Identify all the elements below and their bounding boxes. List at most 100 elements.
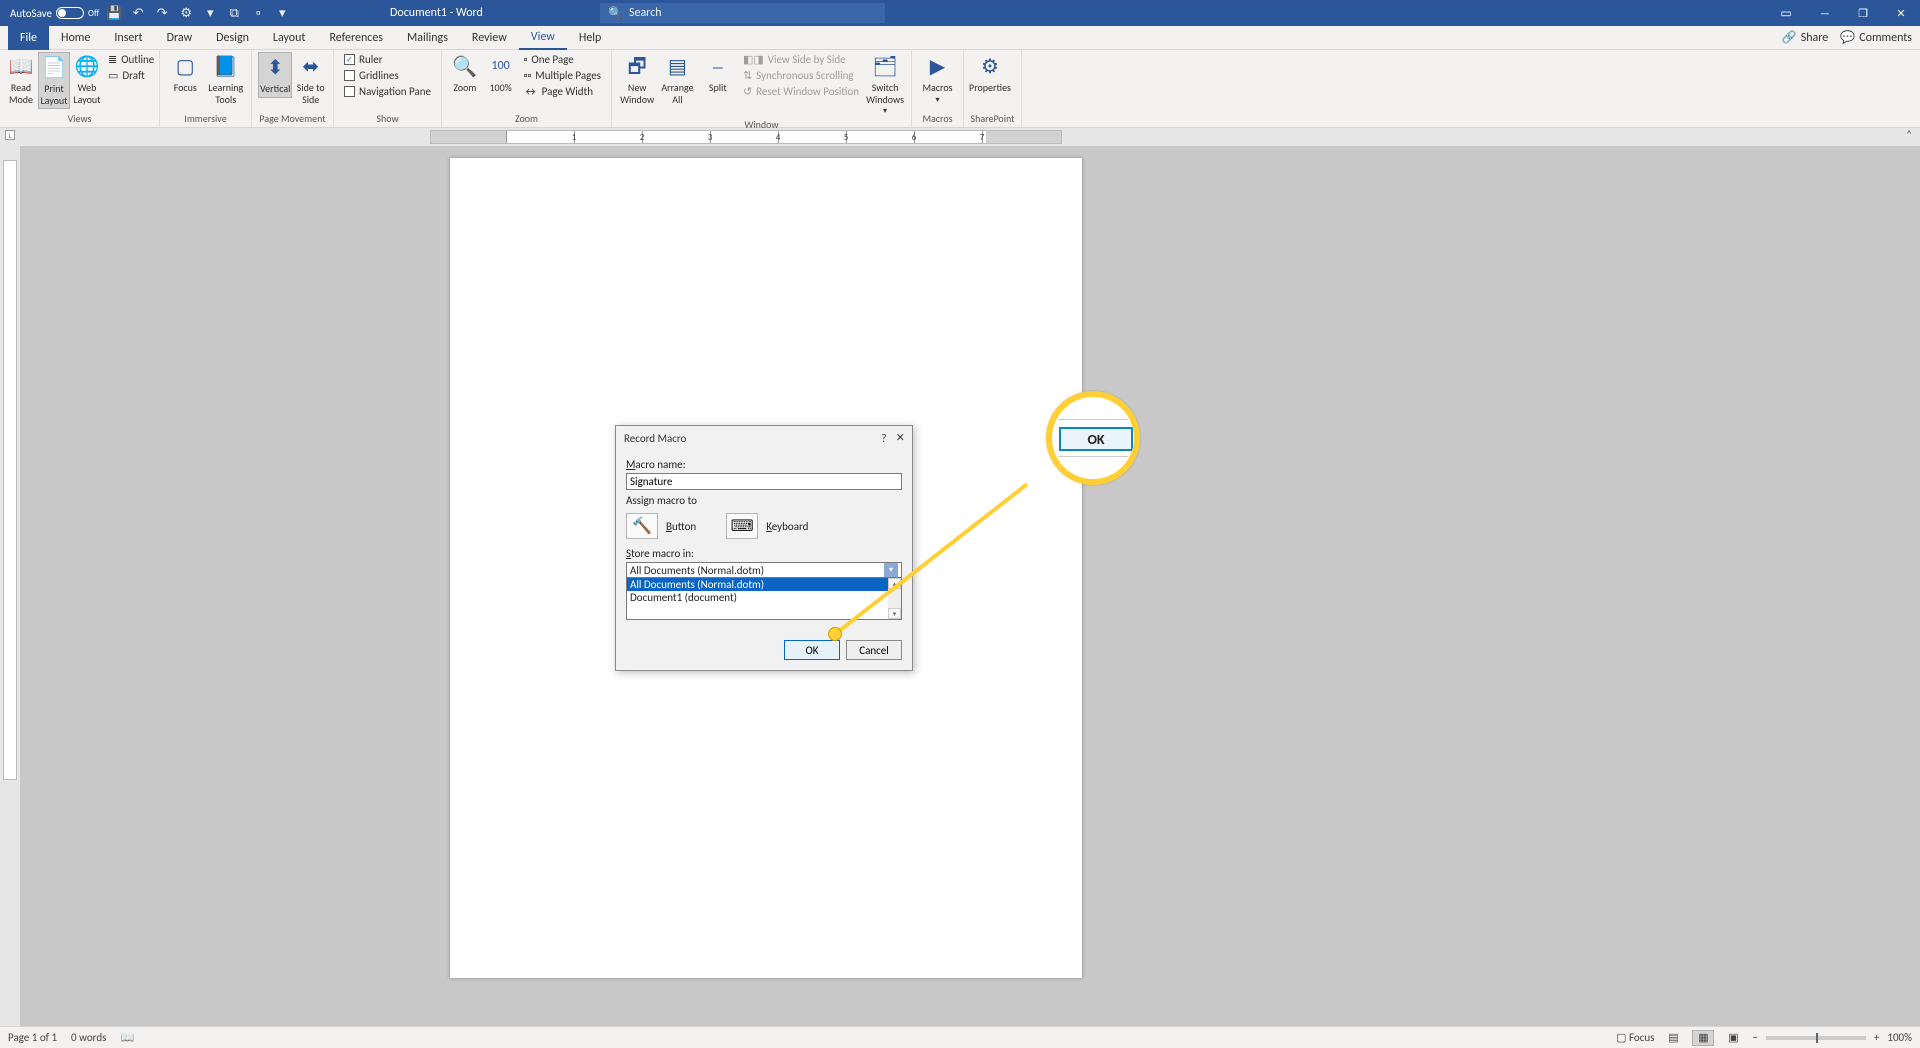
page-width-button[interactable]: ↔Page Width [520, 84, 605, 99]
share-button[interactable]: 🔗 Share [1782, 30, 1829, 45]
tab-references[interactable]: References [317, 26, 395, 50]
tab-layout[interactable]: Layout [261, 26, 318, 50]
web-layout-view-button[interactable]: ▣ [1722, 1030, 1744, 1046]
page-indicator[interactable]: Page 1 of 1 [8, 1031, 57, 1044]
focus-button[interactable]: ▢Focus [166, 52, 205, 96]
hundred-percent-button[interactable]: 100100% [484, 52, 518, 96]
arrange-all-button[interactable]: ▤Arrange All [658, 52, 696, 107]
split-button[interactable]: ⎯Split [699, 52, 737, 96]
navigation-pane-checkbox[interactable]: Navigation Pane [340, 84, 435, 99]
group-show: ✓Ruler Gridlines Navigation Pane Show [334, 50, 442, 127]
switch-windows-button[interactable]: 🗂Switch Windows▾ [865, 52, 905, 118]
callout-endpoint [828, 627, 842, 641]
tab-selector[interactable]: L [5, 130, 15, 140]
properties-button[interactable]: ⚙Properties [970, 52, 1010, 96]
learning-tools-button[interactable]: 📘Learning Tools [207, 52, 246, 107]
side-to-side-button[interactable]: ⬌Side to Side [294, 52, 327, 107]
100-percent-icon: 100 [487, 54, 515, 80]
zoom-out-button[interactable]: − [1752, 1031, 1757, 1044]
dialog-help-button[interactable]: ? [881, 432, 886, 445]
tab-view[interactable]: View [519, 26, 567, 50]
tab-review[interactable]: Review [460, 26, 519, 50]
properties-icon: ⚙ [976, 54, 1004, 80]
ok-button[interactable]: OK [784, 640, 840, 660]
close-window-button[interactable]: ✕ [1882, 0, 1920, 26]
comments-button[interactable]: 💬 Comments [1840, 30, 1912, 45]
autosave-toggle[interactable]: AutoSave Off [10, 7, 99, 20]
read-mode-button[interactable]: 📖Read Mode [6, 52, 36, 107]
chevron-down-icon: ▾ [935, 96, 939, 105]
split-icon: ⎯ [704, 54, 732, 80]
maximize-button[interactable]: ❐ [1844, 0, 1882, 26]
qat-more-icon[interactable]: ▾ [273, 4, 291, 22]
ruler-checkbox[interactable]: ✓Ruler [340, 52, 435, 67]
autosave-switch-icon[interactable] [56, 7, 84, 19]
reset-window-position-button: ↺Reset Window Position [739, 84, 863, 99]
multiple-pages-button[interactable]: ▫▫Multiple Pages [520, 68, 605, 83]
tab-insert[interactable]: Insert [102, 26, 154, 50]
zoom-slider[interactable] [1766, 1036, 1866, 1040]
vertical-button[interactable]: ⬍Vertical [258, 52, 292, 98]
zoom-in-button[interactable]: + [1874, 1031, 1879, 1044]
qat-icon-1[interactable]: ⚙ [177, 4, 195, 22]
tab-home[interactable]: Home [49, 26, 102, 50]
document-canvas[interactable]: Record Macro ? × Macro name: Assign macr… [20, 146, 1920, 1026]
store-macro-dropdown[interactable]: All Documents (Normal.dotm) ▾ [626, 562, 902, 578]
ruler-row: L 1234567 ˄ [0, 128, 1920, 146]
read-mode-view-button[interactable]: ▤ [1662, 1030, 1684, 1046]
zoom-level[interactable]: 100% [1887, 1031, 1912, 1044]
assign-to-keyboard[interactable]: ⌨ Keyboard [726, 513, 808, 539]
ribbon: 📖Read Mode 📄Print Layout 🌐Web Layout ≣Ou… [0, 50, 1920, 128]
zoom-button[interactable]: 🔍Zoom [448, 52, 482, 96]
chevron-down-icon: ▾ [883, 107, 887, 116]
group-views: 📖Read Mode 📄Print Layout 🌐Web Layout ≣Ou… [0, 50, 160, 127]
chevron-down-icon: ▾ [884, 563, 898, 577]
group-macros: ▶Macros▾ Macros [912, 50, 964, 127]
word-count[interactable]: 0 words [71, 1031, 106, 1044]
search-box[interactable]: 🔍 Search [600, 3, 885, 23]
redo-icon[interactable]: ↷ [153, 4, 171, 22]
web-layout-button[interactable]: 🌐Web Layout [72, 52, 102, 107]
collapse-ribbon-button[interactable]: ˄ [1906, 128, 1912, 141]
tab-help[interactable]: Help [567, 26, 614, 50]
cancel-button[interactable]: Cancel [846, 640, 902, 660]
print-layout-view-button[interactable]: ▦ [1692, 1030, 1714, 1046]
list-item[interactable]: Document1 (document) [627, 591, 901, 604]
ribbon-display-options-icon[interactable]: ▭ [1772, 2, 1800, 24]
macro-name-input[interactable] [626, 473, 902, 490]
new-window-button[interactable]: 🗗New Window [618, 52, 656, 107]
search-icon: 🔍 [608, 6, 623, 21]
one-page-button[interactable]: ▫One Page [520, 52, 605, 67]
dialog-titlebar[interactable]: Record Macro ? × [616, 426, 912, 450]
tab-draw[interactable]: Draw [155, 26, 205, 50]
draft-button[interactable]: ▭Draft [104, 68, 158, 83]
spell-check-icon[interactable]: 📖 [120, 1031, 134, 1044]
minimize-button[interactable]: — [1806, 0, 1844, 26]
focus-mode-button[interactable]: ▢ Focus [1616, 1031, 1654, 1044]
vertical-ruler[interactable] [0, 146, 20, 1026]
qat-icon-2[interactable]: ▾ [201, 4, 219, 22]
print-layout-button[interactable]: 📄Print Layout [38, 52, 70, 109]
switch-windows-icon: 🗂 [871, 54, 899, 80]
undo-icon[interactable]: ↶ [129, 4, 147, 22]
tab-design[interactable]: Design [204, 26, 261, 50]
macros-button[interactable]: ▶Macros▾ [918, 52, 957, 107]
window-controls: ▭ — ❐ ✕ [1772, 0, 1920, 26]
outline-button[interactable]: ≣Outline [104, 52, 158, 67]
horizontal-ruler[interactable]: 1234567 [430, 130, 1062, 144]
tab-file[interactable]: File [8, 26, 49, 50]
web-layout-icon: 🌐 [73, 54, 101, 80]
qat-icon-4[interactable]: ▫ [249, 4, 267, 22]
qat-icon-3[interactable]: ⧉ [225, 4, 243, 22]
tab-mailings[interactable]: Mailings [395, 26, 460, 50]
dialog-close-button[interactable]: × [897, 429, 904, 447]
synchronous-scrolling-button: ⇅Synchronous Scrolling [739, 68, 863, 83]
save-icon[interactable]: 💾 [105, 4, 123, 22]
store-macro-value: All Documents (Normal.dotm) [630, 564, 764, 577]
document-title: Document1 - Word [390, 6, 483, 20]
list-item[interactable]: All Documents (Normal.dotm) [627, 578, 901, 591]
checkbox-empty-icon [344, 86, 355, 97]
keyboard-icon: ⌨ [726, 513, 758, 539]
assign-to-button[interactable]: 🔨 Button [626, 513, 696, 539]
gridlines-checkbox[interactable]: Gridlines [340, 68, 435, 83]
